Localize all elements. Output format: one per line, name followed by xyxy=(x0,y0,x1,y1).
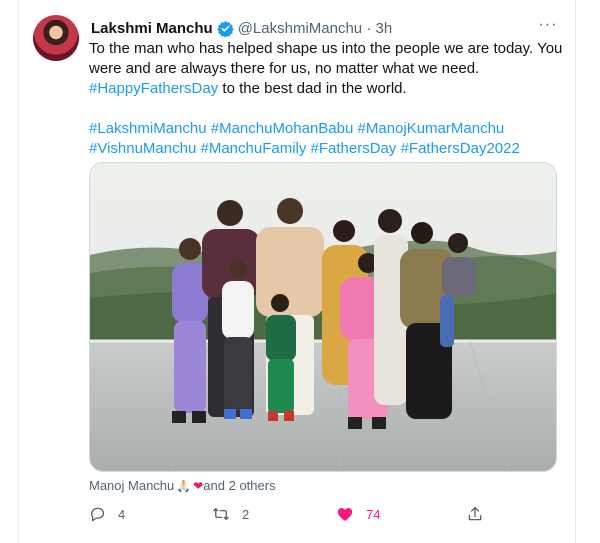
hashtag-vishnumanchu[interactable]: #VishnuManchu xyxy=(89,140,196,157)
tweet-text: To the man who has helped shape us into … xyxy=(89,39,563,159)
reply-button[interactable]: 4 xyxy=(88,502,125,526)
retweet-button[interactable]: 2 xyxy=(212,502,249,526)
like-count: 74 xyxy=(366,506,381,522)
hashtag-line-1: #LakshmiManchu #ManchuMohanBabu #ManojKu… xyxy=(89,119,559,139)
tagged-people[interactable]: Manoj Manchu 🙏🏻 ❤ and 2 others xyxy=(89,478,276,493)
share-button[interactable] xyxy=(466,502,484,526)
like-icon xyxy=(337,508,353,521)
tagged-name: Manoj Manchu xyxy=(89,478,175,493)
hashtag-line-2: #VishnuManchu #ManchuFamily #FathersDay … xyxy=(89,139,559,159)
hashtag-happyfathersday[interactable]: #HappyFathersDay xyxy=(89,80,218,97)
hashtag-fathersday2022[interactable]: #FathersDay2022 xyxy=(401,140,520,157)
tweet-header: Lakshmi Manchu @LakshmiManchu · 3h xyxy=(91,18,392,38)
reply-count: 4 xyxy=(118,506,126,522)
author-name[interactable]: Lakshmi Manchu xyxy=(91,20,213,37)
timeline-border-left xyxy=(18,0,19,543)
tweet-line-3-rest: to the best dad in the world. xyxy=(218,80,407,97)
more-icon[interactable]: ··· xyxy=(537,17,559,36)
author-handle-time[interactable]: @LakshmiManchu · 3h xyxy=(238,20,392,37)
tweet-line-3: #HappyFathersDay to the best dad in the … xyxy=(89,79,559,99)
red-heart-emoji: ❤ xyxy=(193,478,204,493)
reply-icon xyxy=(91,507,105,522)
hashtag-manchumohanbabu[interactable]: #ManchuMohanBabu xyxy=(211,120,354,137)
family-photo-image xyxy=(90,163,556,471)
tweet-actions: 4 2 74 xyxy=(88,502,488,526)
hashtag-fathersday[interactable]: #FathersDay xyxy=(311,140,397,157)
share-icon xyxy=(468,506,482,521)
retweet-icon xyxy=(213,508,229,520)
tweet-line-2: were and are always there for us, no mat… xyxy=(89,60,480,77)
tweet-photo[interactable] xyxy=(89,162,557,472)
retweet-count: 2 xyxy=(242,506,250,522)
hashtag-manchufamily[interactable]: #ManchuFamily xyxy=(200,140,306,157)
hashtag-manojkumarmanchu[interactable]: #ManojKumarManchu xyxy=(358,120,505,137)
verified-badge-icon xyxy=(216,20,234,37)
timeline-border-right xyxy=(575,0,576,543)
tagged-others: and 2 others xyxy=(203,478,276,493)
hashtag-lakshmimanchu[interactable]: #LakshmiManchu xyxy=(89,120,207,137)
avatar[interactable] xyxy=(33,15,79,61)
folded-hands-emoji: 🙏🏻 xyxy=(176,478,192,493)
tweet-line-1: To the man who has helped shape us into … xyxy=(89,40,563,57)
like-button[interactable]: 74 xyxy=(336,502,380,526)
